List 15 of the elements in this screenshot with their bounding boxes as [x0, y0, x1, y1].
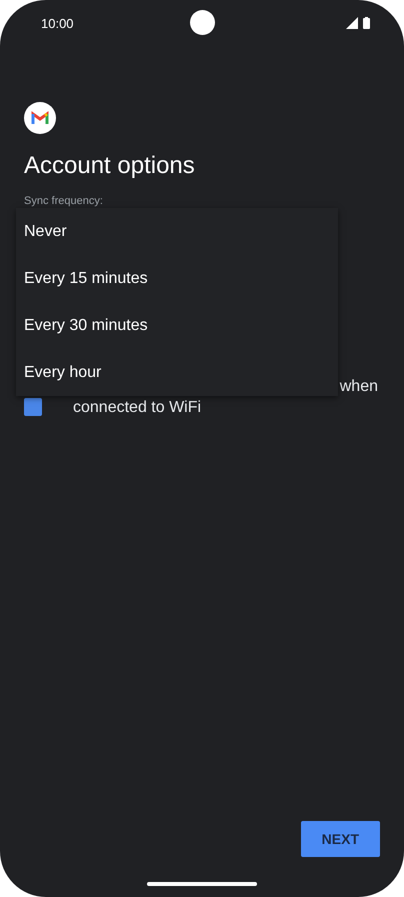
battery-icon: [363, 17, 370, 29]
field-label: Sync frequency:: [24, 194, 104, 208]
camera-hole: [190, 10, 215, 35]
signal-icon: [346, 17, 358, 29]
next-button[interactable]: NEXT: [300, 821, 380, 857]
menu-option[interactable]: Every 30 minutes: [16, 302, 338, 349]
status-time: 10:00: [41, 16, 74, 30]
menu-option[interactable]: Every hour: [16, 349, 338, 396]
checkbox-label: connected to WiFi: [73, 398, 202, 418]
menu-option[interactable]: Every 15 minutes: [16, 255, 338, 302]
checkbox-label: when: [338, 377, 378, 397]
mail-logo-icon: [24, 102, 56, 134]
menu-option[interactable]: Never: [16, 208, 338, 255]
page-title: Account options: [24, 151, 196, 181]
checkbox[interactable]: [24, 398, 42, 416]
